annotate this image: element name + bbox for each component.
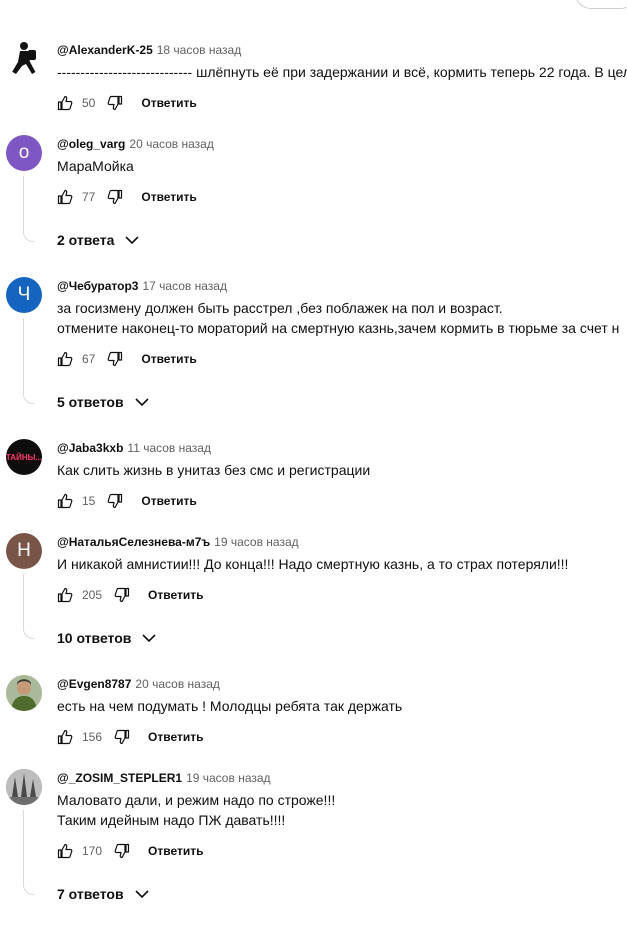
dislike-icon[interactable]: [114, 843, 130, 859]
comment-text: есть на чем подумать ! Молодцы ребята та…: [57, 698, 403, 714]
avatar[interactable]: Ч: [6, 277, 42, 313]
comment-author[interactable]: @Evgen8787: [57, 677, 131, 691]
comment-author[interactable]: @AlexanderK-25: [57, 43, 153, 57]
avatar-photo[interactable]: [6, 675, 42, 711]
replies-count-label: 5 ответов: [57, 394, 124, 410]
like-count: 205: [82, 588, 103, 602]
comment-header: @НатальяСелезнева-м7ъ 19 часов назад: [57, 534, 299, 550]
dislike-icon[interactable]: [114, 587, 130, 603]
like-count: 50: [82, 96, 96, 110]
comment-text: за госизмену должен быть расстрел ,без п…: [57, 300, 620, 336]
reply-button[interactable]: Ответить: [141, 352, 196, 366]
comment-actions: 50 Ответить: [57, 91, 197, 115]
thread-connector-top: [575, 0, 627, 9]
comment-time[interactable]: 11 часов назад: [127, 441, 211, 455]
comment-header: @AlexanderK-25 18 часов назад: [57, 42, 241, 58]
avatar-letter: ТАЙНЫ...: [6, 452, 42, 462]
comment-header: @oleg_varg 20 часов назад: [57, 136, 214, 152]
comment-time[interactable]: 17 часов назад: [142, 279, 226, 293]
comment-author[interactable]: @Чебуратор3: [57, 279, 138, 293]
hiker-silhouette-icon: [12, 42, 36, 74]
comment-author[interactable]: @oleg_varg: [57, 137, 125, 151]
like-icon[interactable]: [57, 351, 73, 367]
thread-line: [23, 176, 34, 242]
comment-actions: 170 Ответить: [57, 839, 203, 863]
avatar[interactable]: o: [6, 135, 42, 171]
comment-header: @Evgen8787 20 часов назад: [57, 676, 220, 692]
like-count: 170: [82, 844, 103, 858]
avatar-photo[interactable]: [6, 769, 42, 805]
like-icon[interactable]: [57, 587, 73, 603]
avatar-letter: o: [18, 142, 30, 163]
chevron-down-icon: [142, 634, 156, 643]
comment-author[interactable]: @_ZOSIM_STEPLER1: [57, 771, 182, 785]
comment-actions: 67 Ответить: [57, 347, 197, 371]
reply-button[interactable]: Ответить: [141, 190, 196, 204]
comment-time[interactable]: 20 часов назад: [129, 137, 213, 151]
forest-photo-icon: [6, 769, 42, 805]
comment-header: @Jaba3kxb 11 часов назад: [57, 440, 211, 456]
comment-author[interactable]: @НатальяСелезнева-м7ъ: [57, 535, 210, 549]
chevron-down-icon: [135, 398, 149, 407]
comment-actions: 15 Ответить: [57, 489, 197, 513]
reply-button[interactable]: Ответить: [148, 588, 203, 602]
chevron-down-icon: [125, 236, 139, 245]
comment-actions: 156 Ответить: [57, 725, 203, 749]
like-count: 77: [82, 190, 96, 204]
reply-button[interactable]: Ответить: [141, 494, 196, 508]
comment-time[interactable]: 19 часов назад: [186, 771, 270, 785]
show-replies-button[interactable]: 5 ответов: [57, 394, 150, 410]
comment-author[interactable]: @Jaba3kxb: [57, 441, 123, 455]
like-icon[interactable]: [57, 729, 73, 745]
comment-text: И никакой амнистии!!! До конца!!! Надо с…: [57, 556, 569, 572]
reply-button[interactable]: Ответить: [148, 844, 203, 858]
comment-header: @_ZOSIM_STEPLER1 19 часов назад: [57, 770, 271, 786]
dislike-icon[interactable]: [107, 189, 123, 205]
comment-header: @Чебуратор3 17 часов назад: [57, 278, 227, 294]
like-icon[interactable]: [57, 189, 73, 205]
like-icon[interactable]: [57, 95, 73, 111]
comment-actions: 77 Ответить: [57, 185, 197, 209]
chevron-down-icon: [135, 890, 149, 899]
dislike-icon[interactable]: [107, 493, 123, 509]
avatar-letter: Ч: [17, 284, 31, 305]
replies-count-label: 7 ответов: [57, 886, 124, 902]
replies-count-label: 10 ответов: [57, 630, 132, 646]
thread-line: [23, 810, 34, 895]
comment-text: Маловато дали, и режим надо по строже!!!…: [57, 792, 336, 828]
show-replies-button[interactable]: 2 ответа: [57, 232, 140, 248]
avatar-hiker[interactable]: [6, 40, 42, 76]
person-photo-icon: [6, 675, 42, 711]
comment-text: ----------------------------- шлёпнуть е…: [57, 64, 627, 80]
dislike-icon[interactable]: [107, 351, 123, 367]
show-replies-button[interactable]: 7 ответов: [57, 886, 150, 902]
thread-line: [23, 318, 34, 404]
comment-text: МараМойка: [57, 158, 134, 174]
comment-time[interactable]: 18 часов назад: [157, 43, 241, 57]
avatar-letter: Н: [17, 540, 31, 561]
comment-text: Как слить жизнь в унитаз без смс и регис…: [57, 462, 371, 478]
reply-button[interactable]: Ответить: [141, 96, 196, 110]
like-count: 15: [82, 494, 96, 508]
like-count: 67: [82, 352, 96, 366]
reply-button[interactable]: Ответить: [148, 730, 203, 744]
like-count: 156: [82, 730, 103, 744]
comment-actions: 205 Ответить: [57, 583, 203, 607]
dislike-icon[interactable]: [114, 729, 130, 745]
replies-count-label: 2 ответа: [57, 232, 115, 248]
like-icon[interactable]: [57, 843, 73, 859]
comment-time[interactable]: 19 часов назад: [214, 535, 298, 549]
dislike-icon[interactable]: [107, 95, 123, 111]
like-icon[interactable]: [57, 493, 73, 509]
comment-time[interactable]: 20 часов назад: [135, 677, 219, 691]
show-replies-button[interactable]: 10 ответов: [57, 630, 157, 646]
avatar[interactable]: ТАЙНЫ...: [6, 439, 42, 475]
thread-line: [23, 574, 34, 639]
avatar[interactable]: Н: [6, 533, 42, 569]
